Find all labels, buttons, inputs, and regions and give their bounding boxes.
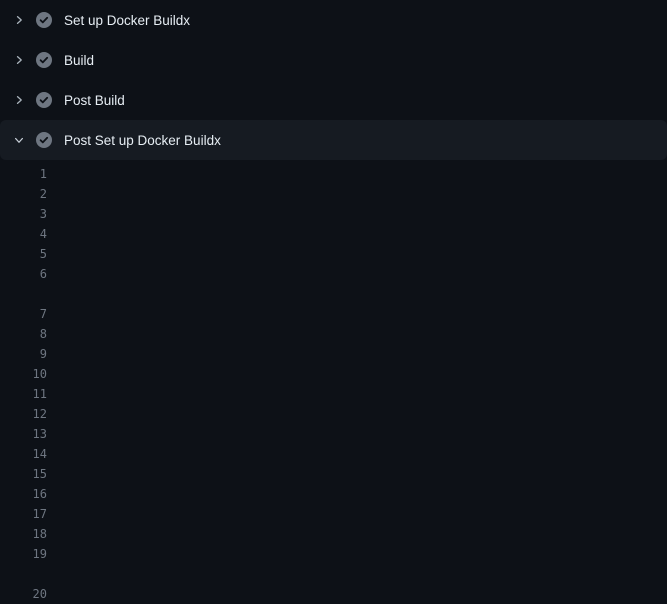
steps-list: Set up Docker Buildx Build — [0, 0, 667, 160]
step-label: Post Build — [64, 93, 125, 108]
line-number[interactable]: 17 — [0, 504, 47, 524]
check-circle-icon — [36, 52, 52, 68]
actions-log-viewer: Set up Docker Buildx Build — [0, 0, 667, 600]
log-line: 19time="2021-04-23T18:02:38Z" level=debu… — [0, 544, 667, 564]
line-number[interactable]: 18 — [0, 524, 47, 544]
chevron-right-icon — [12, 13, 26, 27]
line-number[interactable]: 8 — [0, 324, 47, 344]
line-number[interactable]: 20 — [0, 584, 47, 604]
log-line: 11time="2021-04-23T18:02:38Z" level=debu… — [0, 384, 667, 404]
chevron-right-icon — [12, 53, 26, 67]
log-line: 8time="2021-04-23T18:02:37Z" level=info … — [0, 324, 667, 344]
line-number[interactable]: 9 — [0, 344, 47, 364]
step-row-0[interactable]: Set up Docker Buildx — [0, 0, 667, 40]
line-number[interactable]: 15 — [0, 464, 47, 484]
log-line: 10time="2021-04-23T18:02:37Z" level=info… — [0, 364, 667, 384]
log-line: 2▼BuildKit container logs — [0, 184, 667, 204]
chevron-down-icon — [12, 133, 26, 147]
check-circle-icon — [36, 132, 52, 148]
check-circle-icon — [36, 12, 52, 28]
step-row-3[interactable]: Post Set up Docker Buildx — [0, 120, 667, 160]
line-number[interactable]: 4 — [0, 224, 47, 244]
line-number[interactable]: 5 — [0, 244, 47, 264]
log-line: 15time="2021-04-23T18:02:38Z" level=debu… — [0, 464, 667, 484]
line-number[interactable]: 2 — [0, 184, 47, 204]
line-number[interactable]: 11 — [0, 384, 47, 404]
log-line: 16time="2021-04-23T18:02:38Z" level=debu… — [0, 484, 667, 504]
log-line: application/vnd.oci.image.index.v1+json,… — [0, 564, 667, 584]
step-label: Post Set up Docker Buildx — [64, 133, 221, 148]
step-row-2[interactable]: Post Build — [0, 80, 667, 120]
log-line: 3/usr/bin/docker logs buildx_buildkit_bu… — [0, 204, 667, 224]
log-line: 18time="2021-04-23T18:02:38Z" level=debu… — [0, 524, 667, 544]
log-line: 20time="2021-04-23T18:02:38Z" level=debu… — [0, 584, 667, 604]
log-view: 1Post job cleanup. 2▼BuildKit container … — [0, 160, 667, 604]
line-number[interactable]: 16 — [0, 484, 47, 504]
log-line: 14time="2021-04-23T18:02:38Z" level=debu… — [0, 444, 667, 464]
log-line: 4time="2021-04-23T18:02:37Z" level=info … — [0, 224, 667, 244]
log-line: 1Post job cleanup. — [0, 164, 667, 184]
line-number[interactable]: 1 — [0, 164, 47, 184]
step-label: Build — [64, 53, 94, 68]
log-line: linux/riscv64 linux/ppc64le linux/s390x … — [0, 284, 667, 304]
log-line: 17time="2021-04-23T18:02:38Z" level=debu… — [0, 504, 667, 524]
line-number[interactable]: 10 — [0, 364, 47, 384]
log-line: 5time="2021-04-23T18:02:37Z" level=warni… — [0, 244, 667, 264]
log-line: 12time="2021-04-23T18:02:38Z" level=debu… — [0, 404, 667, 424]
line-number[interactable]: 7 — [0, 304, 47, 324]
step-row-1[interactable]: Build — [0, 40, 667, 80]
log-line: 13time="2021-04-23T18:02:38Z" level=debu… — [0, 424, 667, 444]
check-circle-icon — [36, 92, 52, 108]
step-label: Set up Docker Buildx — [64, 13, 190, 28]
line-number[interactable]: 13 — [0, 424, 47, 444]
log-line: 9time="2021-04-23T18:02:37Z" level=warni… — [0, 344, 667, 364]
log-line: 6time="2021-04-23T18:02:37Z" level=info … — [0, 264, 667, 284]
line-number[interactable]: 6 — [0, 264, 47, 284]
line-number[interactable]: 3 — [0, 204, 47, 224]
line-number[interactable]: 14 — [0, 444, 47, 464]
log-line: 7time="2021-04-23T18:02:37Z" level=warni… — [0, 304, 667, 324]
line-number[interactable]: 12 — [0, 404, 47, 424]
chevron-right-icon — [12, 93, 26, 107]
line-number[interactable]: 19 — [0, 544, 47, 564]
